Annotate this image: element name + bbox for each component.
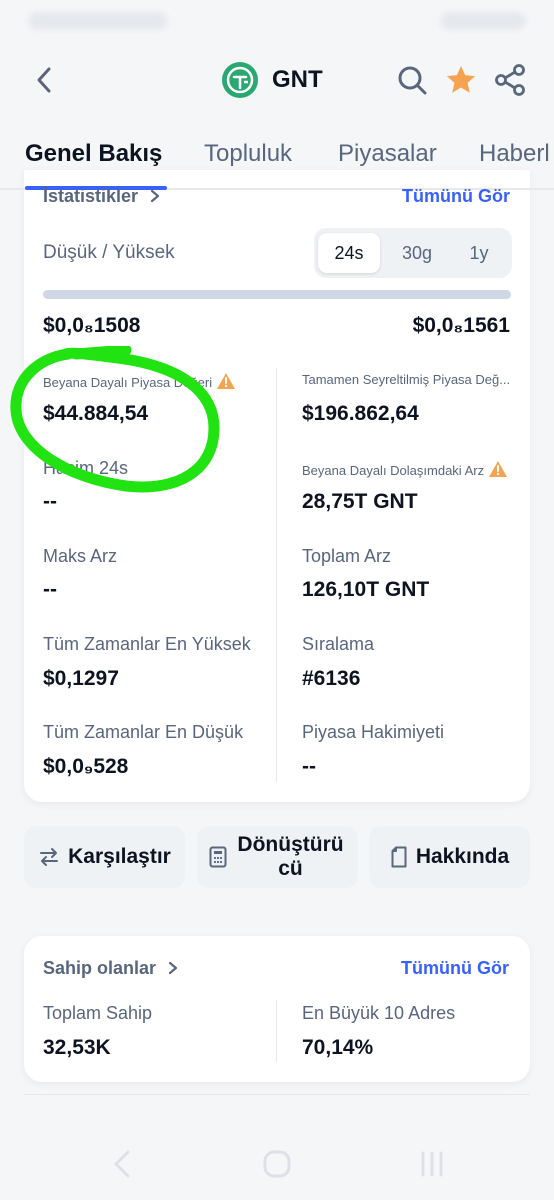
nav-back-icon — [114, 1150, 130, 1178]
tab-overview[interactable]: Genel Bakış — [25, 140, 162, 168]
search-icon — [398, 66, 427, 95]
period-1y[interactable]: 1y — [448, 233, 510, 273]
calculator-icon — [209, 846, 226, 868]
stat-value-circulating-supply: 28,75T GNT — [302, 490, 418, 513]
statistics-header[interactable]: İstatistikler — [43, 186, 161, 207]
coin-logo-icon — [222, 62, 258, 98]
period-24h[interactable]: 24s — [318, 233, 380, 273]
system-navigation-bar — [0, 1128, 554, 1200]
converter-button[interactable]: Dönüştürücü — [197, 826, 358, 888]
stat-value-fdv: $196.862,64 — [302, 402, 419, 425]
stat-label-total-supply: Toplam Arz — [302, 546, 392, 566]
coin-title-group: GNT — [222, 60, 323, 100]
tab-markets[interactable]: Piyasalar — [338, 140, 437, 168]
stat-value-atl: $0,0₉528 — [43, 755, 129, 778]
about-button[interactable]: Hakkında — [369, 826, 530, 888]
back-button[interactable] — [26, 62, 62, 98]
price-range-bar — [43, 290, 511, 299]
stat-value-rank: #6136 — [302, 667, 361, 690]
compare-button[interactable]: Karşılaştır — [24, 826, 185, 888]
stat-value-ath: $0,1297 — [43, 667, 119, 690]
top-bar: GNT — [0, 50, 554, 112]
converter-label: Dönüştürücü — [237, 833, 344, 880]
swap-arrows-icon — [40, 848, 59, 866]
chevron-right-icon — [168, 961, 178, 975]
star-icon — [446, 65, 476, 93]
share-icon — [495, 64, 525, 96]
high-price: $0,0₈1561 — [412, 314, 510, 337]
status-bar-blur-left — [28, 12, 168, 30]
search-button[interactable] — [394, 62, 430, 98]
status-bar — [0, 0, 554, 40]
holders-title: Sahip olanlar — [43, 958, 157, 978]
status-bar-blur-right — [440, 12, 526, 30]
top10-addresses-label: En Büyük 10 Adres — [302, 1003, 456, 1023]
watchlist-star-button[interactable] — [443, 62, 479, 98]
period-30d[interactable]: 30g — [386, 233, 448, 273]
stat-label-rank: Sıralama — [302, 634, 375, 654]
share-button[interactable] — [492, 62, 528, 98]
stat-value-dominance: -- — [302, 755, 316, 778]
stat-label-volume: Hacim 24s — [43, 458, 129, 478]
holders-see-all-link[interactable]: Tümünü Gör — [401, 958, 509, 979]
stat-label-market-cap: Beyana Dayalı Piyasa Değeri — [43, 372, 236, 390]
compare-label: Karşılaştır — [68, 845, 171, 868]
low-price: $0,0₈1508 — [43, 314, 141, 337]
tab-news[interactable]: Haberl — [479, 140, 550, 168]
nav-home-icon — [263, 1150, 291, 1178]
warning-icon — [217, 373, 236, 389]
chevron-right-icon — [150, 189, 160, 203]
back-arrow-icon — [37, 67, 51, 93]
stat-value-volume: -- — [43, 490, 57, 513]
stat-value-market-cap: $44.884,54 — [43, 402, 149, 425]
nav-home-button[interactable] — [257, 1146, 297, 1182]
stat-label-atl: Tüm Zamanlar En Düşük — [43, 722, 244, 742]
top10-addresses-value: 70,14% — [302, 1036, 374, 1059]
tab-community[interactable]: Topluluk — [204, 140, 292, 168]
warning-icon — [489, 461, 508, 477]
about-label: Hakkında — [415, 845, 510, 868]
stat-label-max-supply: Maks Arz — [43, 546, 118, 566]
low-high-label: Düşük / Yüksek — [43, 242, 175, 263]
stats-column-divider — [276, 368, 277, 782]
holders-column-divider — [276, 1000, 277, 1062]
total-holders-value: 32,53K — [43, 1036, 111, 1059]
holders-header[interactable]: Sahip olanlar — [43, 958, 179, 979]
total-holders-label: Toplam Sahip — [43, 1003, 153, 1023]
stat-label-fdv: Tamamen Seyreltilmiş Piyasa Değ... — [302, 372, 511, 387]
statistics-see-all-link[interactable]: Tümünü Gör — [402, 186, 510, 207]
stat-label-ath: Tüm Zamanlar En Yüksek — [43, 634, 251, 654]
document-icon — [391, 846, 407, 868]
content-bottom-divider — [24, 1094, 530, 1095]
period-selector: 24s 30g 1y — [314, 228, 512, 278]
nav-recents-icon — [421, 1151, 443, 1177]
stat-label-dominance: Piyasa Hakimiyeti — [302, 722, 445, 742]
stat-value-total-supply: 126,10T GNT — [302, 578, 430, 601]
page-title: GNT — [272, 66, 323, 93]
nav-back-button[interactable] — [102, 1146, 142, 1182]
statistics-title: İstatistikler — [43, 186, 139, 206]
stat-label-circulating-supply: Beyana Dayalı Dolaşımdaki Arz — [302, 460, 508, 478]
nav-recents-button[interactable] — [412, 1146, 452, 1182]
stat-value-max-supply: -- — [43, 578, 57, 601]
